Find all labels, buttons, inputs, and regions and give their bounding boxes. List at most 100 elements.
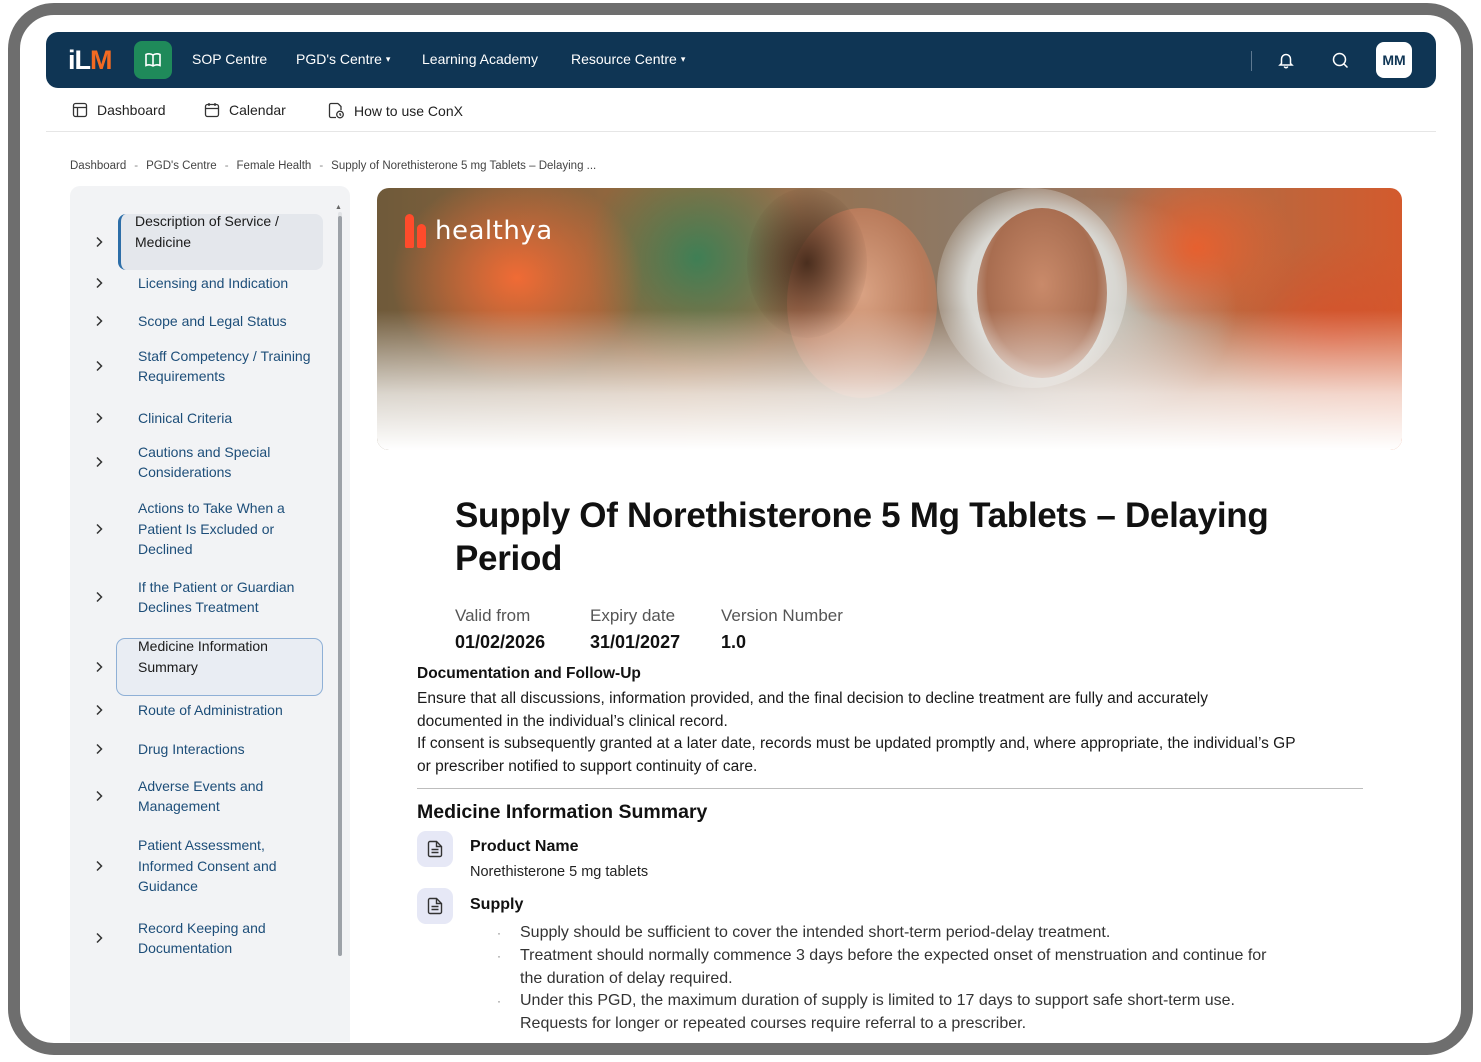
hero-banner: healthya — [377, 188, 1402, 450]
documentation-heading: Documentation and Follow-Up — [417, 665, 641, 682]
meta-version-number: Version Number 1.0 — [721, 606, 843, 653]
messages-button[interactable] — [1329, 49, 1351, 71]
supply-icon-box — [417, 888, 453, 924]
logo-text-a: iL — [68, 45, 91, 75]
sidebar-item-label: Description of Service / Medicine — [135, 213, 279, 250]
sidebar-item[interactable]: Actions to Take When a Patient Is Exclud… — [70, 497, 332, 561]
breadcrumb-female-health[interactable]: Female Health — [237, 160, 312, 172]
subnav-how-to-use[interactable]: How to use ConX — [328, 102, 463, 119]
ilm-logo[interactable]: iL M — [68, 45, 112, 76]
sidebar-item[interactable]: Staff Competency / Training Requirements — [70, 344, 332, 388]
nav-resource-centre[interactable]: Resource Centre ▾ — [571, 51, 685, 67]
nav-pgds-centre[interactable]: PGD's Centre ▾ — [296, 51, 390, 67]
bullet-glyph: · — [497, 949, 501, 963]
sidebar-item-label: If the Patient or Guardian Declines Trea… — [138, 578, 295, 616]
sidebar-item[interactable]: Patient Assessment, Informed Consent and… — [70, 834, 332, 898]
sidebar-item[interactable]: Medicine Information Summary — [70, 638, 332, 696]
product-name-label: Product Name — [470, 838, 579, 855]
calendar-icon — [204, 103, 220, 118]
sidebar-item[interactable]: Cautions and Special Considerations — [70, 440, 332, 484]
bullet-text: Treatment should normally commence 3 day… — [520, 947, 1267, 987]
chevron-right-icon — [96, 860, 103, 872]
sidebar-item-label: Route of Administration — [138, 701, 283, 718]
supply-bullet: · Under this PGD, the maximum duration o… — [497, 990, 1287, 1035]
supply-bullet: · Treatment should normally commence 3 d… — [497, 945, 1287, 990]
bullet-text: Under this PGD, the maximum duration of … — [520, 992, 1235, 1032]
hero-fade — [377, 310, 1402, 450]
sidebar-item[interactable]: Route of Administration — [70, 698, 332, 722]
meta-value: 1.0 — [721, 632, 747, 652]
section-sidebar: ▲ Description of Service / Medicine Licen… — [70, 186, 350, 1042]
breadcrumb-dashboard[interactable]: Dashboard — [70, 160, 126, 172]
supply-bullet: · Supply should be sufficient to cover t… — [497, 922, 1287, 945]
healthya-mark-icon — [405, 214, 427, 248]
meta-value: 01/02/2026 — [455, 632, 546, 652]
document-icon — [427, 897, 443, 915]
sidebar-item-label: Adverse Events and Management — [138, 777, 264, 815]
nav-sop-centre[interactable]: SOP Centre — [192, 51, 267, 67]
chevron-right-icon — [96, 932, 103, 944]
meta-label: Expiry date — [590, 606, 676, 625]
chevron-right-icon — [96, 277, 103, 289]
chevron-right-icon — [96, 236, 103, 248]
sidebar-item[interactable]: Description of Service / Medicine — [70, 213, 332, 270]
sidebar-item[interactable]: Scope and Legal Status — [70, 309, 332, 333]
secondary-navigation: Dashboard Calendar How to use ConX — [46, 88, 1436, 132]
documentation-paragraph: If consent is subsequently granted at a … — [417, 735, 1296, 775]
notifications-button[interactable] — [1275, 49, 1297, 71]
sidebar-item-label: Actions to Take When a Patient Is Exclud… — [138, 500, 285, 558]
chevron-right-icon — [96, 360, 103, 372]
breadcrumb-separator: - — [319, 160, 324, 172]
chevron-down-icon: ▾ — [385, 54, 391, 64]
top-navigation-bar: iL M SOP Centre PGD's Centre ▾ Learning Ac… — [46, 32, 1436, 88]
chevron-right-icon — [96, 523, 103, 535]
meta-label: Version Number — [721, 606, 843, 625]
dashboard-icon — [72, 102, 88, 118]
sidebar-item[interactable]: Drug Interactions — [70, 737, 332, 761]
sidebar-item[interactable]: Licensing and Indication — [70, 271, 332, 295]
sidebar-item[interactable]: If the Patient or Guardian Declines Trea… — [70, 575, 332, 619]
sidebar-item-label: Drug Interactions — [138, 740, 245, 757]
chevron-right-icon — [96, 743, 103, 755]
subnav-dashboard[interactable]: Dashboard — [72, 102, 166, 118]
sidebar-item-label: Staff Competency / Training Requirements — [138, 347, 311, 385]
sidebar-item-label: Licensing and Indication — [138, 274, 289, 291]
sidebar-item[interactable]: Record Keeping and Documentation — [70, 916, 332, 960]
bullet-text: Supply should be sufficient to cover the… — [520, 924, 1111, 941]
sidebar-item[interactable]: Clinical Criteria — [70, 406, 332, 430]
subnav-calendar[interactable]: Calendar — [204, 102, 286, 118]
documentation-paragraph: Ensure that all discussions, information… — [417, 690, 1208, 730]
sidebar-scrollbar-thumb[interactable] — [338, 216, 342, 956]
page-title: Supply Of Norethisterone 5 Mg Tablets – … — [455, 496, 1269, 578]
breadcrumb-pgds-centre[interactable]: PGD's Centre — [146, 160, 217, 172]
sidebar-item-label: Patient Assessment, Informed Consent and… — [138, 837, 277, 895]
healthya-wordmark: healthya — [435, 216, 553, 246]
chevron-right-icon — [96, 790, 103, 802]
section-divider — [417, 788, 1363, 789]
document-clock-icon — [328, 102, 344, 119]
scroll-up-icon[interactable]: ▲ — [335, 204, 342, 211]
healthya-logo: healthya — [405, 214, 553, 248]
document-icon — [427, 840, 443, 858]
chevron-right-icon — [96, 704, 103, 716]
chat-icon — [1332, 52, 1348, 68]
meta-valid-from: Valid from 01/02/2026 — [455, 606, 545, 653]
breadcrumb-separator: - — [224, 160, 229, 172]
supply-label: Supply — [470, 896, 524, 913]
sidebar-item[interactable]: Adverse Events and Management — [70, 774, 332, 818]
user-avatar[interactable]: MM — [1376, 42, 1412, 78]
nav-divider — [1251, 51, 1252, 71]
app-window: iL M SOP Centre PGD's Centre ▾ Learning Ac… — [46, 32, 1436, 1042]
nav-learning-academy[interactable]: Learning Academy — [422, 51, 538, 67]
chevron-down-icon: ▾ — [680, 54, 686, 64]
breadcrumb-separator: - — [134, 160, 139, 172]
meta-label: Valid from — [455, 606, 531, 625]
sidebar-item-label: Cautions and Special Considerations — [138, 443, 271, 481]
chevron-right-icon — [96, 315, 103, 327]
medicine-summary-heading: Medicine Information Summary — [417, 801, 708, 823]
chevron-right-icon — [96, 661, 103, 673]
device-frame: iL M SOP Centre PGD's Centre ▾ Learning Ac… — [8, 3, 1473, 1055]
breadcrumb: Dashboard - PGD's Centre - Female Health… — [70, 160, 596, 172]
sidebar-item-label: Medicine Information Summary — [138, 638, 268, 675]
library-button[interactable] — [134, 41, 172, 79]
